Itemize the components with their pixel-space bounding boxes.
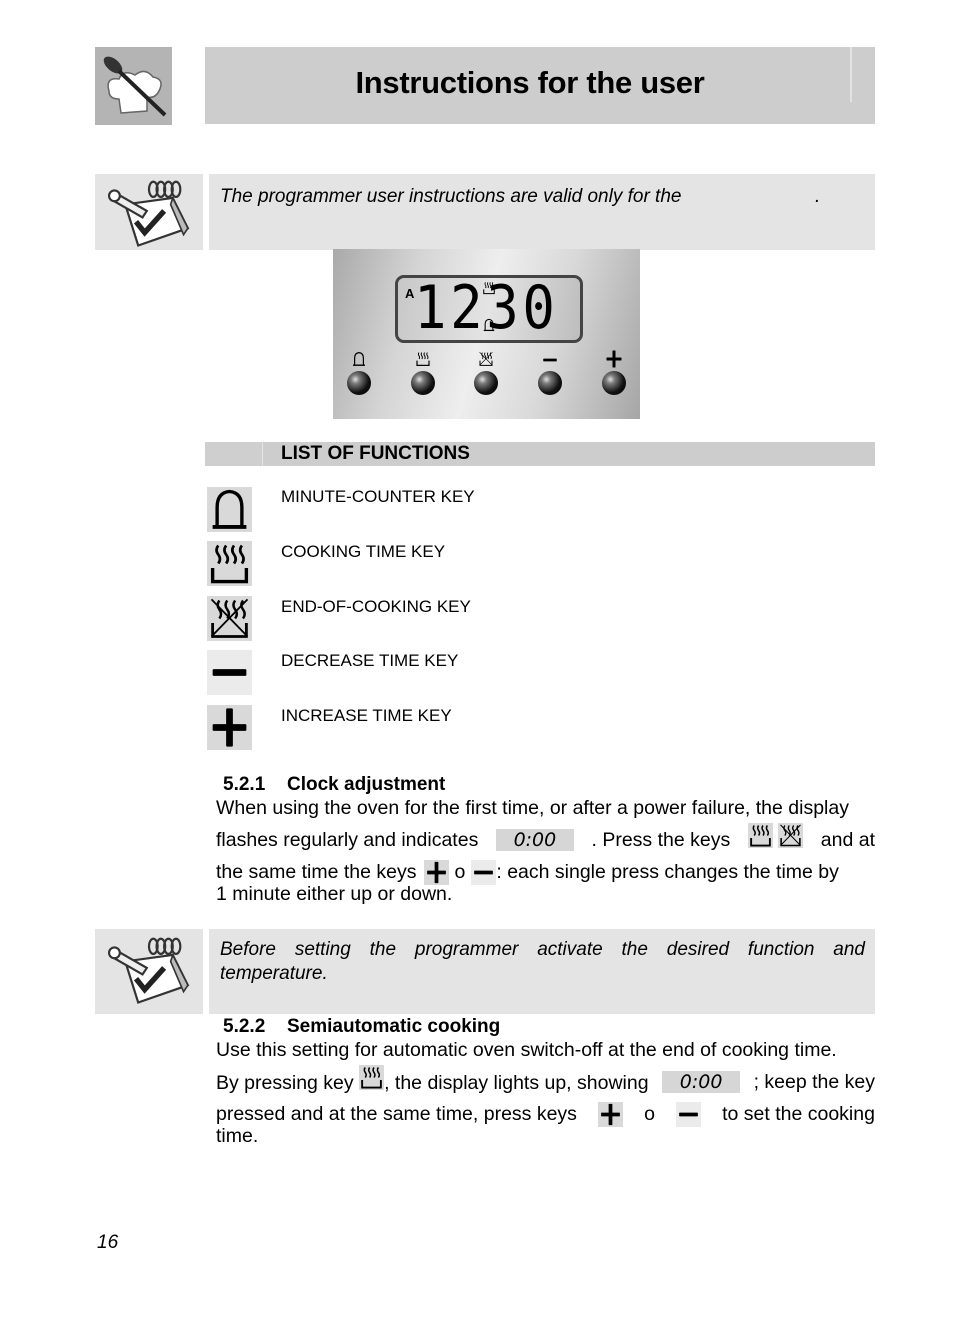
page-number: 16 — [97, 1232, 119, 1253]
plus-icon — [604, 349, 624, 369]
paragraph: 1 minute either up or down. — [216, 882, 875, 906]
function-icon-box — [207, 596, 252, 641]
minus-icon — [207, 650, 252, 695]
auto-indicator: A — [405, 286, 415, 301]
paragraph-text: . Press the keys — [591, 828, 731, 851]
cooking-time-icon — [482, 281, 496, 295]
cooking-time-icon — [747, 823, 773, 848]
page-title: Instructions for the user — [355, 65, 705, 100]
section-heading: 5.2.1 Clock adjustment — [223, 774, 445, 796]
end-of-cooking-icon — [778, 823, 804, 848]
paragraph-text: flashes regularly and indicates — [216, 828, 479, 851]
function-label: COOKING TIME KEY — [281, 542, 446, 561]
function-label: MINUTE-COUNTER KEY — [281, 487, 475, 506]
function-icon-box — [207, 487, 252, 532]
bell-icon — [351, 351, 367, 367]
cooking-time-icon — [415, 351, 431, 367]
chef-hat-spoon-icon — [103, 56, 167, 117]
paragraph-text: and at — [820, 828, 875, 851]
notepad-check-icon — [95, 174, 203, 250]
paragraph: time. — [216, 1124, 875, 1148]
display-value: 0:00 — [495, 829, 574, 851]
paragraph-line: When using the oven for the first time, … — [216, 797, 849, 819]
section-title: Clock adjustment — [287, 774, 446, 795]
paragraph-text: ; keep the key — [753, 1070, 875, 1093]
section-number: 5.2.2 — [223, 1016, 266, 1037]
cooking-time-key[interactable] — [411, 371, 435, 395]
section-title: Semiautomatic cooking — [287, 1016, 501, 1037]
function-label: END-OF-COOKING KEY — [281, 597, 471, 616]
function-label: INCREASE TIME KEY — [281, 706, 452, 725]
end-of-cooking-icon — [478, 351, 494, 367]
paragraph-line: 1 minute either up or down. — [216, 883, 453, 905]
increase-key[interactable] — [602, 371, 626, 395]
end-of-cooking-key[interactable] — [474, 371, 498, 395]
function-icon-box — [207, 650, 252, 695]
paragraph-text: , the display lights up, showing — [384, 1072, 649, 1094]
header-bar: Instructions for the user — [205, 47, 875, 124]
minus-icon — [541, 351, 559, 369]
programmer-panel: A 1230 — [333, 249, 640, 419]
bell-icon — [482, 318, 496, 332]
note-box: The programmer user instructions are val… — [209, 174, 875, 250]
functions-header: LIST OF FUNCTIONS — [205, 442, 875, 466]
function-icon-box — [207, 541, 252, 586]
lcd-display: A 1230 — [395, 275, 583, 343]
paragraph: When using the oven for the first time, … — [216, 796, 875, 820]
end-of-cooking-icon — [207, 596, 252, 641]
note-trailing: . — [815, 186, 821, 207]
function-icon-box — [207, 705, 252, 750]
bell-icon — [207, 487, 252, 532]
notepad-check-icon — [95, 929, 203, 1009]
paragraph-text: By pressing key — [216, 1072, 354, 1094]
decrease-key[interactable] — [538, 371, 562, 395]
cooking-time-icon — [207, 541, 252, 586]
paragraph-line: time. — [216, 1125, 259, 1147]
note-box: Before setting the programmer activate t… — [209, 929, 875, 1014]
note-text: Before setting the programmer activate t… — [220, 939, 865, 984]
display-value: 0:00 — [662, 1071, 741, 1093]
header-logo — [95, 47, 172, 125]
function-label: DECREASE TIME KEY — [281, 651, 459, 670]
note-icon-box — [95, 929, 203, 1014]
plus-icon — [207, 705, 252, 750]
minute-counter-key[interactable] — [347, 371, 371, 395]
note-text: The programmer user instructions are val… — [220, 186, 682, 207]
paragraph: Use this setting for automatic oven swit… — [216, 1038, 875, 1062]
cooking-time-icon — [359, 1065, 385, 1090]
functions-title: LIST OF FUNCTIONS — [281, 443, 470, 464]
paragraph: By pressing key , the display lights up,… — [216, 1065, 875, 1130]
paragraph-line: Use this setting for automatic oven swit… — [216, 1039, 837, 1061]
section-heading: 5.2.2 Semiautomatic cooking — [223, 1016, 500, 1038]
section-number: 5.2.1 — [223, 774, 266, 795]
note-icon-box — [95, 174, 203, 250]
paragraph: flashes regularly and indicates 0:00 . P… — [216, 823, 875, 888]
